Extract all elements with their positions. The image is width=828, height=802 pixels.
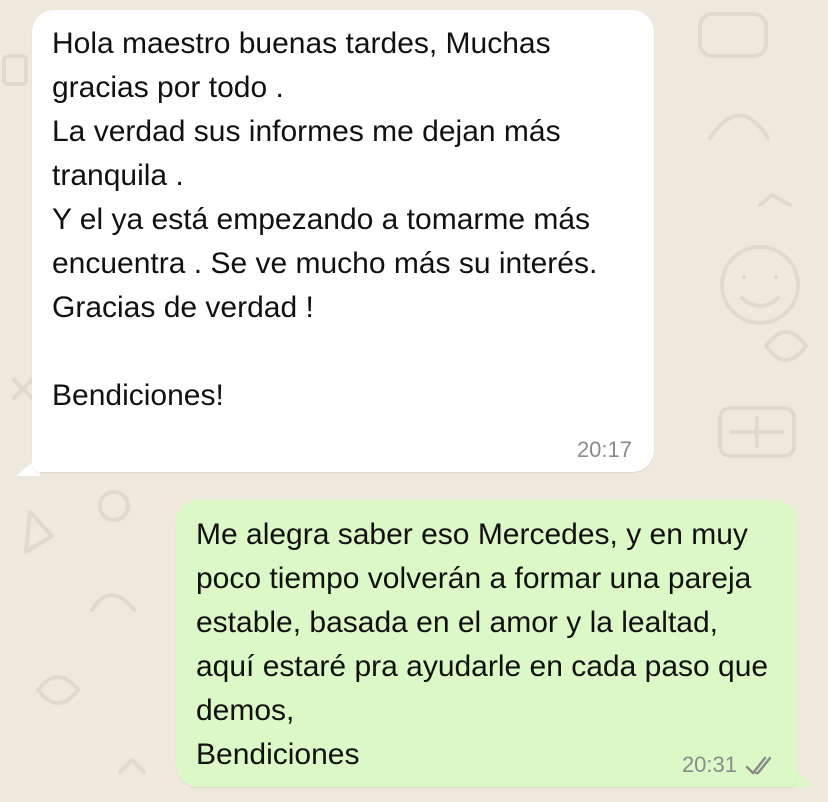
outgoing-message-bubble[interactable]: Me alegra saber eso Mercedes, y en muy p…: [176, 500, 797, 787]
incoming-message-bubble[interactable]: Hola maestro buenas tardes, Muchas graci…: [32, 10, 654, 472]
incoming-message-text: Hola maestro buenas tardes, Muchas graci…: [52, 27, 598, 412]
double-check-icon: [745, 756, 772, 775]
incoming-message-time: 20:17: [576, 437, 632, 462]
outgoing-message-text: Me alegra saber eso Mercedes, y en muy p…: [196, 518, 769, 771]
chat-thread: Hola maestro buenas tardes, Muchas graci…: [0, 0, 828, 802]
outgoing-message-time: 20:31: [681, 752, 737, 777]
